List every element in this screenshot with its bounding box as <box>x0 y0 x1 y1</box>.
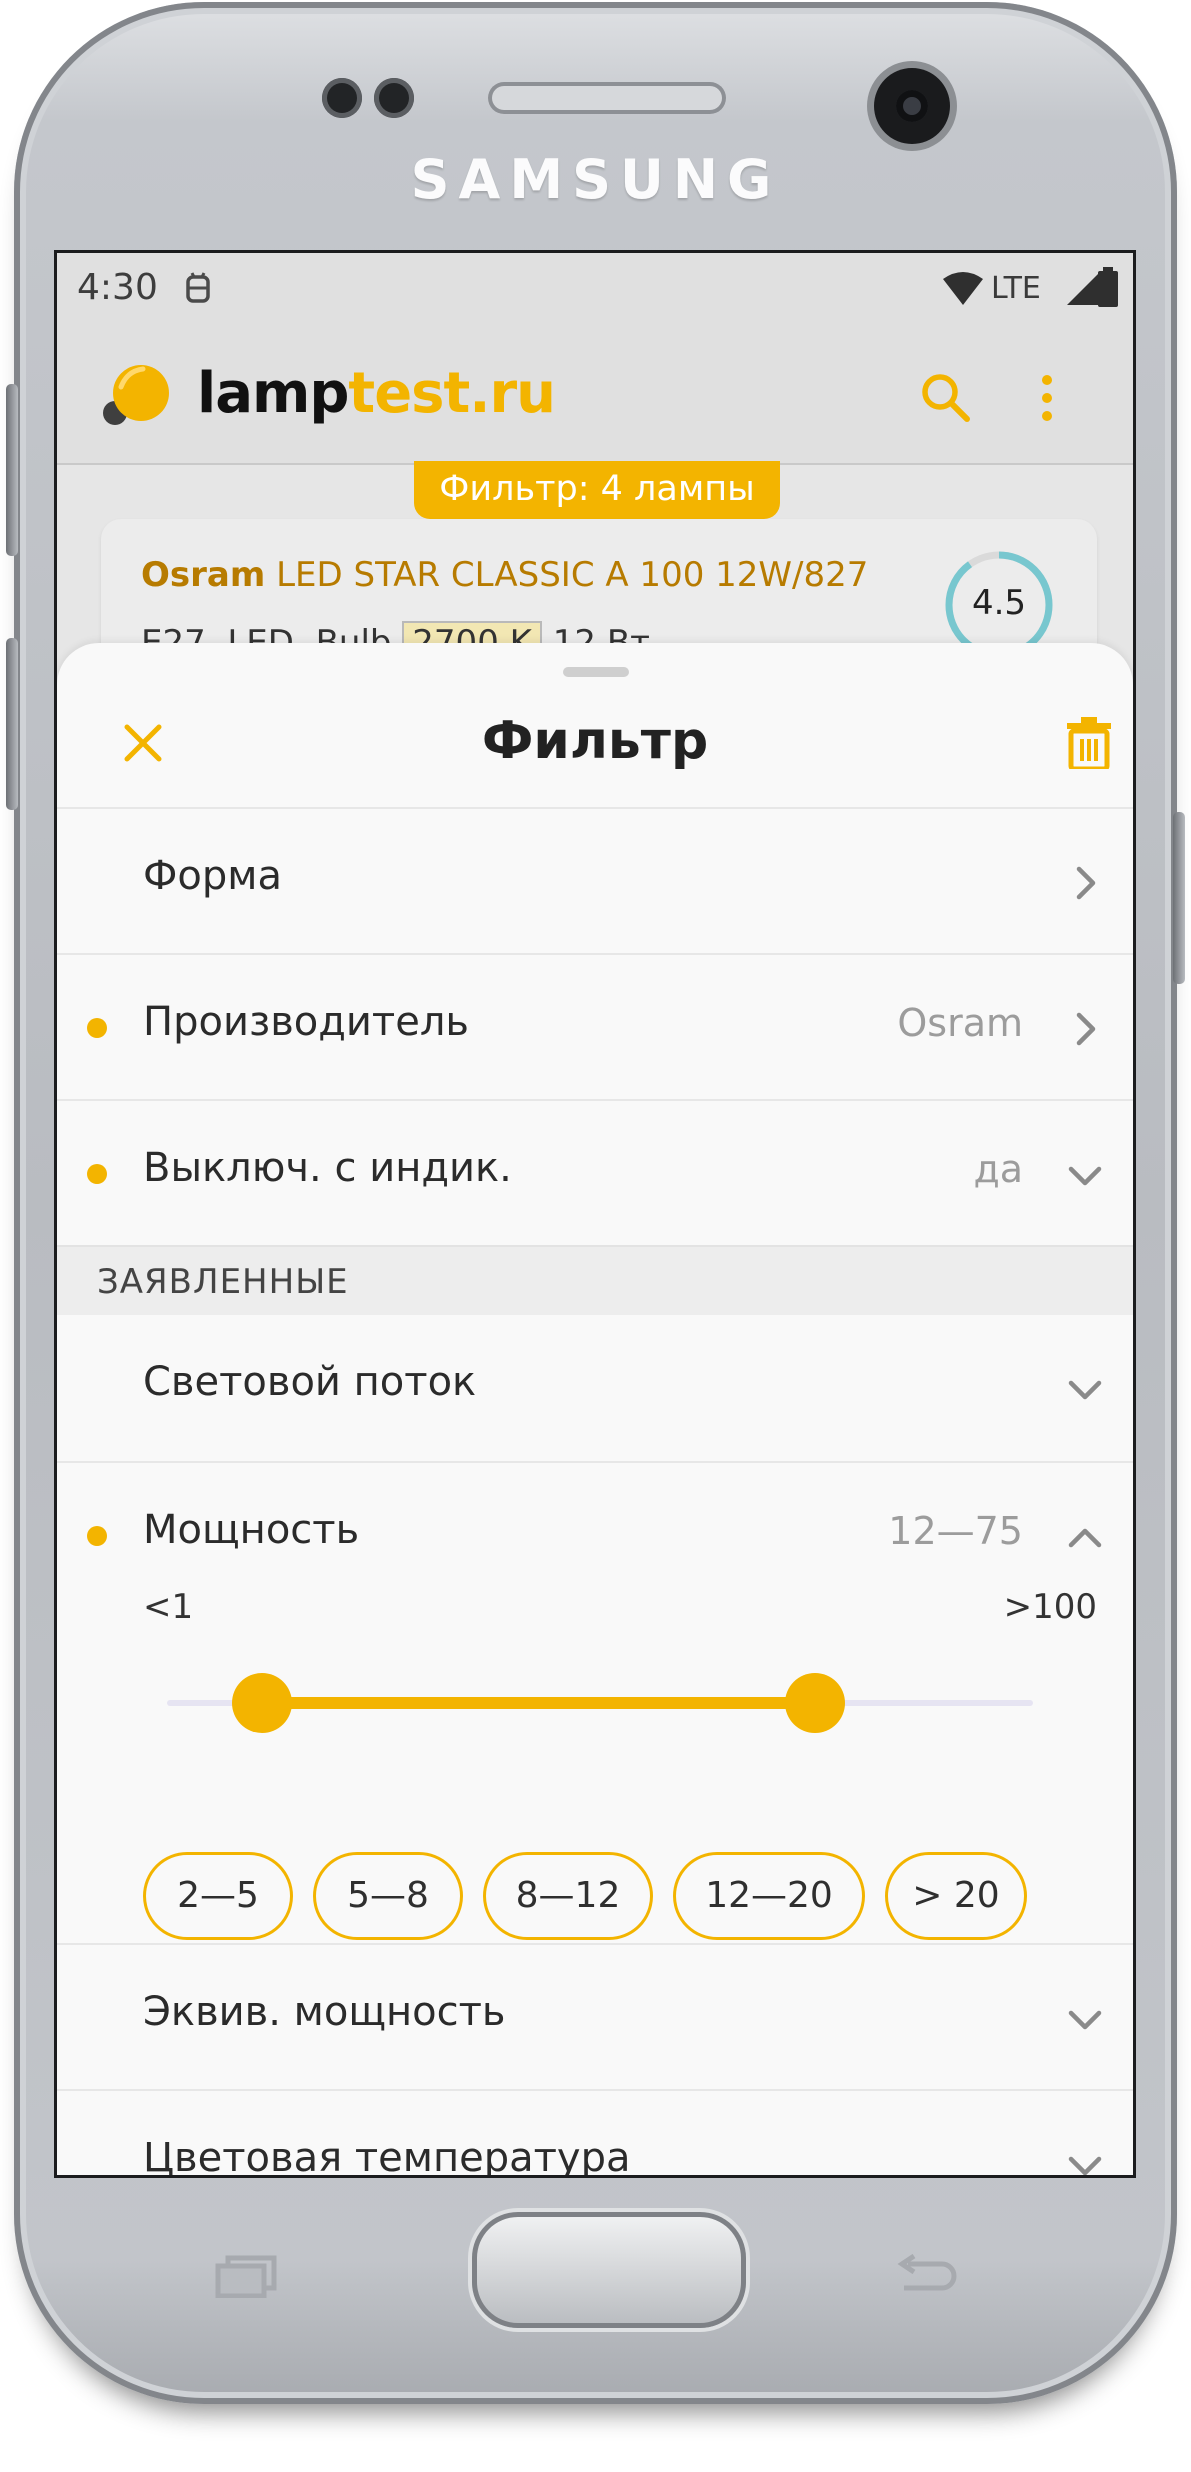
back-icon <box>897 2254 957 2291</box>
chevron-down-icon <box>1068 2156 1102 2175</box>
product-brand: Osram <box>141 555 266 595</box>
chevron-down-icon <box>1068 2010 1102 2030</box>
active-filter-dot <box>87 1526 107 1546</box>
filter-row-label: Цветовая температура <box>143 2135 631 2178</box>
filter-sheet: Фильтр Форма Производитель Osram Выключ.… <box>57 643 1133 2178</box>
section-header-declared: ЗАЯВЛЕННЫЕ <box>57 1245 1133 1315</box>
slider-thumb-max[interactable] <box>784 1673 845 1733</box>
signal-icon <box>1067 271 1101 305</box>
network-type: LTE <box>991 271 1041 306</box>
earpiece-speaker <box>488 82 726 114</box>
recent-apps-icon <box>215 2255 277 2298</box>
wifi-icon <box>943 272 983 305</box>
status-bar: 4:30 LTE <box>57 253 1133 325</box>
filter-row-label: Световой поток <box>143 1359 477 1405</box>
filter-row-value: 12—75 <box>888 1509 1023 1553</box>
filter-row-equiv-power[interactable]: Эквив. мощность <box>57 1943 1133 2089</box>
filter-row-color-temperature[interactable]: Цветовая температура <box>57 2089 1133 2178</box>
power-min-label: <1 <box>143 1587 194 1627</box>
slider-thumb-min[interactable] <box>232 1673 293 1733</box>
filter-row-label: Производитель <box>143 999 469 1045</box>
lamptest-logo-icon <box>103 365 169 425</box>
filter-count-pill[interactable]: Фильтр: 4 лампы <box>414 461 780 519</box>
chevron-down-icon <box>1068 1380 1102 1400</box>
filter-row-label: Эквив. мощность <box>143 1989 506 2035</box>
proximity-sensor <box>322 78 362 118</box>
filter-row-manufacturer[interactable]: Производитель Osram <box>57 953 1133 1099</box>
filter-row-shape[interactable]: Форма <box>57 807 1133 953</box>
home-button[interactable] <box>472 2212 746 2328</box>
power-preset-chip[interactable]: 12—20 <box>673 1852 865 1940</box>
filter-row-label: Форма <box>143 853 282 899</box>
active-filter-dot <box>87 1164 107 1184</box>
filter-row-label: Выключ. с индик. <box>143 1145 512 1191</box>
battery-icon <box>1098 267 1118 307</box>
search-icon[interactable] <box>919 371 971 423</box>
light-sensor <box>374 78 414 118</box>
power-preset-chip[interactable]: > 20 <box>885 1852 1027 1940</box>
product-model: LED STAR CLASSIC A 100 12W/827 <box>276 555 869 595</box>
slider-selected-range <box>262 1697 815 1709</box>
trash-icon[interactable] <box>1067 717 1111 769</box>
filter-row-luminous-flux[interactable]: Световой поток <box>57 1315 1133 1461</box>
filter-row-indicator-switch[interactable]: Выключ. с индик. да <box>57 1099 1133 1245</box>
product-title: Osram LED STAR CLASSIC A 100 12W/827 <box>141 555 868 595</box>
front-camera <box>874 68 950 144</box>
active-filter-dot <box>87 1018 107 1038</box>
device-brand: SAMSUNG <box>410 148 781 211</box>
chevron-down-icon <box>1068 1166 1102 1186</box>
bixby-button <box>6 638 18 810</box>
chevron-right-icon <box>1076 866 1096 900</box>
app-logo-text: lamptest.ru <box>197 361 556 426</box>
chevron-right-icon <box>1076 1012 1096 1046</box>
power-button <box>1173 812 1185 984</box>
sheet-title: Фильтр <box>481 711 709 771</box>
power-preset-chip[interactable]: 2—5 <box>143 1852 293 1940</box>
logo-text-lamp: lamp <box>197 361 349 426</box>
power-preset-chip[interactable]: 5—8 <box>313 1852 463 1940</box>
chevron-up-icon <box>1068 1528 1102 1548</box>
logo-text-domain: test.ru <box>348 361 556 426</box>
power-range-slider[interactable] <box>167 1673 1033 1733</box>
sheet-drag-handle[interactable] <box>563 667 629 677</box>
volume-button <box>6 384 18 556</box>
status-time: 4:30 <box>77 267 158 308</box>
filter-row-value: Osram <box>897 1001 1023 1045</box>
filter-row-label: Мощность <box>143 1507 360 1553</box>
more-options-icon[interactable] <box>1037 373 1057 423</box>
power-preset-chip[interactable]: 8—12 <box>483 1852 653 1940</box>
filter-row-value: да <box>973 1147 1023 1191</box>
app-bar: lamptest.ru <box>57 325 1133 465</box>
power-max-label: >100 <box>1003 1587 1097 1627</box>
rating-value: 4.5 <box>971 583 1027 623</box>
screen: 4:30 LTE lamptest.ru Фильтр: 4 лампы Osr… <box>54 250 1136 2178</box>
android-notification-icon <box>186 272 210 303</box>
